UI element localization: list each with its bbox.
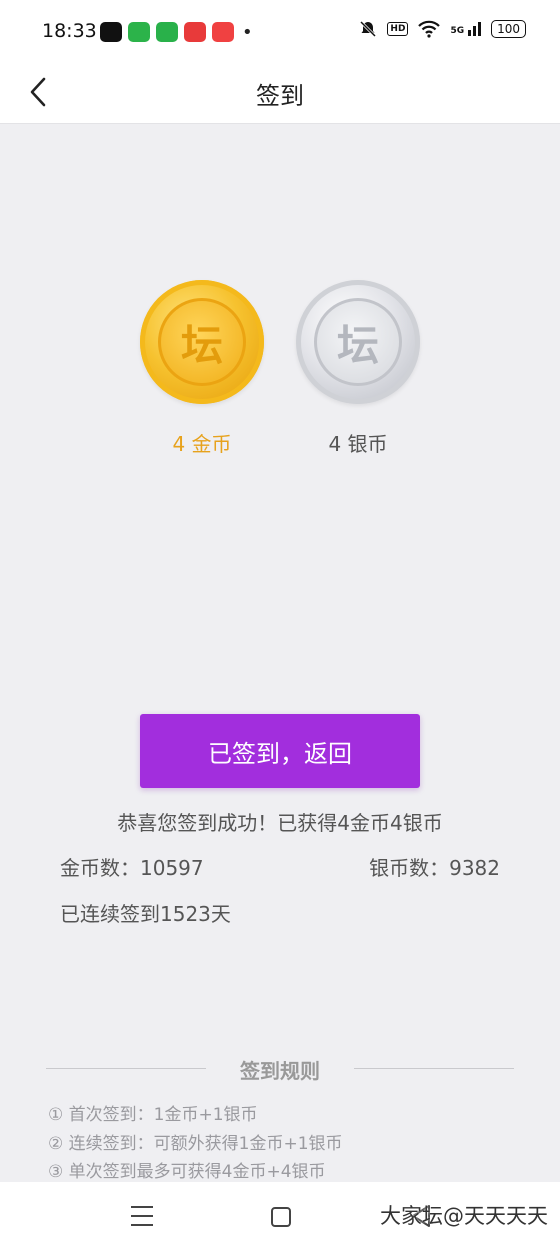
watermark: 大家坛@天天天天	[380, 1204, 548, 1228]
notification-dot: •	[242, 22, 253, 43]
silver-coin-count: 银币数：9382	[369, 856, 500, 880]
signal-icon: 5G	[450, 22, 482, 36]
iqiyi-icon	[156, 22, 178, 42]
system-navigation-bar: 大家坛@天天天天	[0, 1182, 560, 1251]
battery-indicator: 100	[491, 20, 526, 38]
network-type: 5G	[450, 26, 465, 36]
hd-badge: HD	[387, 22, 409, 36]
status-time: 18:33	[42, 20, 97, 42]
status-app-icons	[100, 22, 234, 42]
page-title: 签到	[256, 82, 304, 110]
rule-item: ② 连续签到：可额外获得1金币+1银币	[48, 1134, 343, 1154]
silver-coin-symbol: 坛	[314, 298, 402, 386]
gold-coin-count: 金币数：10597	[60, 856, 204, 880]
signed-return-button[interactable]: 已签到，返回	[140, 714, 420, 788]
menu-icon[interactable]	[131, 1206, 153, 1226]
gold-coin-symbol: 坛	[158, 298, 246, 386]
home-icon[interactable]	[271, 1207, 291, 1227]
rules-title: 签到规则	[240, 1059, 320, 1083]
shopping-app-icon	[184, 22, 206, 42]
rule-item: ③ 单次签到最多可获得4金币+4银币	[48, 1162, 326, 1182]
status-bar: 18:33 • HD 5G 100	[0, 0, 560, 62]
status-indicators: HD 5G 100	[359, 20, 526, 38]
oppo-store-icon	[128, 22, 150, 42]
divider	[354, 1068, 514, 1069]
wifi-icon	[418, 20, 441, 38]
silver-reward-label: 4 银币	[328, 432, 388, 456]
success-message: 恭喜您签到成功！已获得4金币4银币	[117, 811, 443, 835]
gold-reward-label: 4 金币	[172, 432, 232, 456]
silver-coin-icon: 坛	[296, 280, 420, 404]
rule-item: ① 首次签到：1金币+1银币	[48, 1105, 258, 1125]
gold-coin-icon: 坛	[140, 280, 264, 404]
news-app-icon	[212, 22, 234, 42]
navigation-bar: 签到	[0, 62, 560, 124]
mute-bell-icon	[360, 20, 377, 38]
streak-days: 已连续签到1523天	[60, 902, 231, 926]
tiktok-icon	[100, 22, 122, 42]
